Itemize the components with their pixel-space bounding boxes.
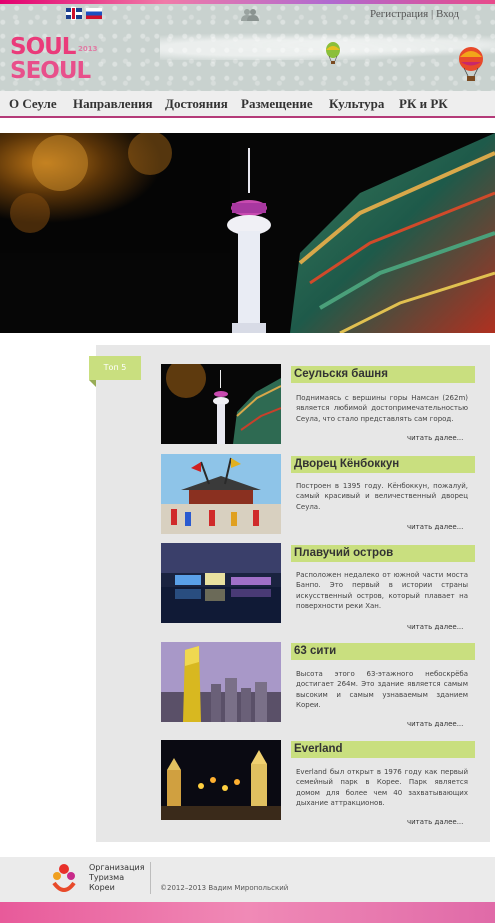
item-desc-everland: Everland был открыт в 1976 году как перв…: [296, 768, 468, 807]
top5-badge: Топ 5: [89, 356, 141, 380]
nav-item-heritage[interactable]: Достояния: [165, 96, 228, 112]
nav-item-accommodation[interactable]: Размещение: [241, 96, 313, 112]
balloon-icon: [326, 42, 340, 64]
kto-org-name: Организация Туризма Кореи: [89, 863, 145, 893]
logo-line-1: SOUL: [10, 34, 76, 60]
auth-separator: |: [430, 8, 434, 20]
read-more-link[interactable]: читать далее...: [407, 818, 463, 826]
read-more-link[interactable]: читать далее...: [407, 720, 463, 728]
item-desc-63-city: Высота этого 63-этажного небоскрёба дост…: [296, 670, 468, 709]
logo-year: 2013: [78, 45, 98, 53]
nav-item-directions[interactable]: Направления: [73, 96, 153, 112]
top5-badge-fold: [89, 380, 96, 387]
read-more-link[interactable]: читать далее...: [407, 623, 463, 631]
read-more-link[interactable]: читать далее...: [407, 523, 463, 531]
item-title-floating-island[interactable]: Плавучий остров: [291, 545, 475, 562]
site-logo[interactable]: SOUL SEOUL 2013: [10, 35, 110, 87]
copyright-text: ©2012–2013 Вадим Миропольский: [160, 884, 289, 892]
nav-item-rk[interactable]: РК и РК: [399, 96, 448, 112]
main-nav: О Сеуле Направления Достояния Размещение…: [0, 91, 495, 118]
item-desc-floating-island: Расположен недалеко от южной части моста…: [296, 571, 468, 610]
item-image-gyeongbokgung[interactable]: [161, 454, 281, 534]
item-image-63-city[interactable]: [161, 642, 281, 722]
flag-ru-icon[interactable]: [86, 8, 102, 19]
item-desc-seoul-tower: Поднимаясь с вершины горы Намсан (262m) …: [296, 394, 468, 423]
kto-line-2: Туризма: [89, 873, 125, 882]
register-link[interactable]: Регистрация: [370, 8, 428, 20]
auth-links: Регистрация | Вход: [370, 8, 459, 20]
kto-logo-icon[interactable]: [50, 861, 78, 895]
read-more-link[interactable]: читать далее...: [407, 434, 463, 442]
kto-line-1: Организация: [89, 863, 145, 872]
item-title-63-city[interactable]: 63 сити: [291, 643, 475, 660]
balloon-icon: [459, 47, 483, 81]
hero-banner-image: [0, 133, 495, 333]
flag-uk-icon[interactable]: [66, 8, 82, 19]
kto-line-3: Кореи: [89, 883, 115, 892]
login-link[interactable]: Вход: [436, 8, 459, 20]
users-icon[interactable]: [241, 8, 259, 21]
footer-divider: [150, 862, 151, 894]
item-title-gyeongbokgung[interactable]: Дворец Кёнбоккун: [291, 456, 475, 473]
nav-item-culture[interactable]: Культура: [329, 96, 384, 112]
footer-accent-bar: [0, 902, 495, 923]
item-image-seoul-tower[interactable]: [161, 364, 281, 444]
item-image-everland[interactable]: [161, 740, 281, 820]
item-desc-gyeongbokgung: Построен в 1395 году. Кёнбоккун, пожалуй…: [296, 482, 468, 511]
item-image-floating-island[interactable]: [161, 543, 281, 623]
item-title-everland[interactable]: Everland: [291, 741, 475, 758]
logo-line-2: SEOUL: [10, 58, 91, 84]
item-title-seoul-tower[interactable]: Сеульскя башня: [291, 366, 475, 383]
nav-item-about-seoul[interactable]: О Сеуле: [9, 96, 57, 112]
